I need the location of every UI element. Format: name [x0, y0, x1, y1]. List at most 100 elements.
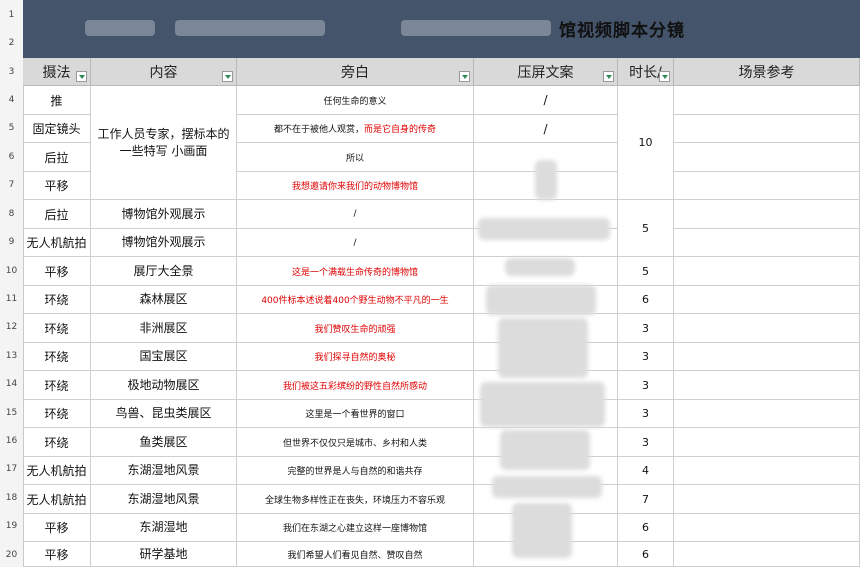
row-number[interactable]: 8	[0, 209, 23, 219]
cell-duration[interactable]: 3	[618, 428, 674, 457]
cell-technique[interactable]: 平移	[23, 514, 91, 542]
cell-reference[interactable]	[674, 428, 860, 457]
cell-narration[interactable]: /	[237, 200, 474, 229]
cell-reference[interactable]	[674, 86, 860, 115]
cell-reference[interactable]	[674, 457, 860, 485]
cell-content[interactable]: 东湖湿地	[91, 514, 237, 542]
cell-content[interactable]: 博物馆外观展示	[91, 200, 237, 229]
cell-narration[interactable]: 都不在于被他人观赏， 而是它自身的传奇	[237, 115, 474, 143]
cell-technique[interactable]: 平移	[23, 172, 91, 200]
cell-reference[interactable]	[674, 286, 860, 314]
cell-narration[interactable]: 我想邀请你来我们的动物博物馆	[237, 172, 474, 200]
cell-reference[interactable]	[674, 371, 860, 400]
row-number[interactable]: 5	[0, 123, 23, 133]
cell-narration[interactable]: 我们被这五彩缤纷的野性自然所感动	[237, 371, 474, 400]
cell-narration[interactable]: 任何生命的意义	[237, 86, 474, 115]
header-narration[interactable]: 旁白	[237, 58, 474, 86]
cell-reference[interactable]	[674, 514, 860, 542]
filter-dropdown-icon[interactable]	[659, 71, 670, 82]
header-content[interactable]: 内容	[91, 58, 237, 86]
cell-duration[interactable]: 6	[618, 514, 674, 542]
cell-technique[interactable]: 无人机航拍	[23, 229, 91, 257]
cell-duration[interactable]: 3	[618, 314, 674, 343]
cell-reference[interactable]	[674, 257, 860, 286]
filter-dropdown-icon[interactable]	[459, 71, 470, 82]
cell-reference[interactable]	[674, 115, 860, 143]
filter-dropdown-icon[interactable]	[76, 71, 87, 82]
cell-reference[interactable]	[674, 200, 860, 229]
cell-technique[interactable]: 平移	[23, 542, 91, 567]
cell-reference[interactable]	[674, 343, 860, 371]
cell-narration[interactable]: 我们在东湖之心建立这样一座博物馆	[237, 514, 474, 542]
header-reference[interactable]: 场景参考	[674, 58, 860, 86]
cell-technique[interactable]: 平移	[23, 257, 91, 286]
filter-dropdown-icon[interactable]	[603, 71, 614, 82]
cell-reference[interactable]	[674, 400, 860, 428]
cell-technique[interactable]: 环绕	[23, 314, 91, 343]
cell-caption[interactable]: /	[474, 86, 618, 115]
row-number[interactable]: 16	[0, 436, 23, 446]
cell-technique[interactable]: 后拉	[23, 143, 91, 172]
title-banner[interactable]: 馆视频脚本分镜	[23, 0, 860, 58]
cell-duration-merged[interactable]: 5	[618, 200, 674, 257]
cell-duration[interactable]: 3	[618, 371, 674, 400]
row-number[interactable]: 4	[0, 95, 23, 105]
row-number[interactable]: 2	[0, 38, 23, 48]
cell-narration[interactable]: 这是一个满载生命传奇的博物馆	[237, 257, 474, 286]
cell-content[interactable]: 博物馆外观展示	[91, 229, 237, 257]
cell-reference[interactable]	[674, 485, 860, 514]
filter-dropdown-icon[interactable]	[222, 71, 233, 82]
cell-reference[interactable]	[674, 143, 860, 172]
row-number[interactable]: 6	[0, 152, 23, 162]
cell-duration-merged[interactable]: 10	[618, 86, 674, 200]
cell-technique[interactable]: 环绕	[23, 371, 91, 400]
row-number[interactable]: 13	[0, 351, 23, 361]
cell-content[interactable]: 鱼类展区	[91, 428, 237, 457]
cell-content[interactable]: 极地动物展区	[91, 371, 237, 400]
row-number[interactable]: 1	[0, 10, 23, 20]
row-number[interactable]: 10	[0, 266, 23, 276]
cell-reference[interactable]	[674, 229, 860, 257]
cell-technique[interactable]: 环绕	[23, 400, 91, 428]
cell-technique[interactable]: 环绕	[23, 428, 91, 457]
cell-duration[interactable]: 7	[618, 485, 674, 514]
header-duration[interactable]: 时长/	[618, 58, 674, 86]
row-number[interactable]: 14	[0, 379, 23, 389]
row-number[interactable]: 18	[0, 493, 23, 503]
cell-technique[interactable]: 固定镜头	[23, 115, 91, 143]
cell-narration[interactable]: 完整的世界是人与自然的和谐共存	[237, 457, 474, 485]
cell-narration[interactable]: /	[237, 229, 474, 257]
cell-duration[interactable]: 5	[618, 257, 674, 286]
cell-content[interactable]: 展厅大全景	[91, 257, 237, 286]
cell-duration[interactable]: 6	[618, 286, 674, 314]
row-number[interactable]: 9	[0, 237, 23, 247]
cell-content[interactable]: 鸟兽、昆虫类展区	[91, 400, 237, 428]
cell-narration[interactable]: 400件标本述说着400个野生动物不平凡的一生	[237, 286, 474, 314]
cell-narration[interactable]: 我们探寻自然的奥秘	[237, 343, 474, 371]
cell-reference[interactable]	[674, 542, 860, 567]
row-number[interactable]: 12	[0, 322, 23, 332]
row-number[interactable]: 19	[0, 521, 23, 531]
cell-content[interactable]: 研学基地	[91, 542, 237, 567]
row-number[interactable]: 3	[0, 67, 23, 77]
cell-narration[interactable]: 我们希望人们看见自然、赞叹自然	[237, 542, 474, 567]
cell-caption[interactable]: /	[474, 115, 618, 143]
cell-technique[interactable]: 无人机航拍	[23, 457, 91, 485]
row-number[interactable]: 7	[0, 180, 23, 190]
row-number[interactable]: 15	[0, 408, 23, 418]
row-number[interactable]: 11	[0, 294, 23, 304]
cell-duration[interactable]: 4	[618, 457, 674, 485]
cell-technique[interactable]: 环绕	[23, 343, 91, 371]
cell-duration[interactable]: 3	[618, 400, 674, 428]
cell-technique[interactable]: 环绕	[23, 286, 91, 314]
cell-narration[interactable]: 这里是一个看世界的窗口	[237, 400, 474, 428]
cell-duration[interactable]: 6	[618, 542, 674, 567]
row-number[interactable]: 17	[0, 464, 23, 474]
cell-narration[interactable]: 我们赞叹生命的顽强	[237, 314, 474, 343]
cell-narration[interactable]: 所以	[237, 143, 474, 172]
cell-narration[interactable]: 但世界不仅仅只是城市、乡村和人类	[237, 428, 474, 457]
cell-content[interactable]: 国宝展区	[91, 343, 237, 371]
cell-content[interactable]: 非洲展区	[91, 314, 237, 343]
cell-content[interactable]: 东湖湿地风景	[91, 485, 237, 514]
cell-reference[interactable]	[674, 172, 860, 200]
